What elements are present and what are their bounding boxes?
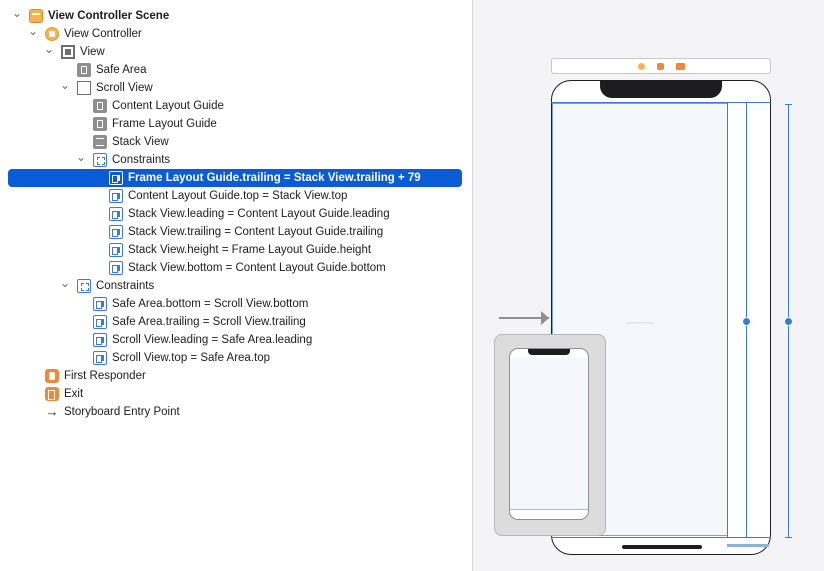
outline-row-label: Exit [64, 388, 84, 400]
device-preview-panel[interactable] [494, 334, 606, 536]
outline-row[interactable]: Stack View.trailing = Content Layout Gui… [8, 223, 462, 241]
chevron-down-icon[interactable]: ⌄ [43, 40, 55, 58]
constraint-icon [93, 351, 107, 365]
outline-row[interactable]: Stack View.leading = Content Layout Guid… [8, 205, 462, 223]
outline-row[interactable]: Exit [8, 385, 462, 403]
outline-row[interactable]: ⌄ Scroll View [8, 76, 462, 97]
outline-row[interactable]: Frame Layout Guide [8, 115, 462, 133]
outline-row-label: View Controller Scene [48, 10, 170, 22]
layout-guide-icon [93, 99, 107, 113]
device-preview-frame [509, 348, 589, 520]
outline-row-label: Constraints [112, 154, 171, 166]
outline-row[interactable]: → Storyboard Entry Point [8, 403, 462, 421]
outline-row[interactable]: ⌄ Constraints [8, 148, 462, 169]
outline-row-label: Frame Layout Guide.trailing = Stack View… [128, 172, 421, 184]
outline-row-label: Frame Layout Guide [112, 118, 217, 130]
outline-row-label: Storyboard Entry Point [64, 406, 180, 418]
outline-row[interactable]: Stack View.bottom = Content Layout Guide… [8, 259, 462, 277]
home-indicator [622, 545, 702, 549]
outline-row-label: View Controller [64, 28, 142, 40]
layout-guide-icon [93, 117, 107, 131]
layout-guide-icon [77, 63, 91, 77]
outline-row[interactable]: Safe Area.trailing = Scroll View.trailin… [8, 313, 462, 331]
constraint-handle-left[interactable] [742, 317, 751, 326]
scene-dock[interactable] [551, 58, 771, 74]
view-icon [61, 45, 75, 59]
view-controller-icon [45, 27, 59, 41]
outline-row-label: Safe Area.bottom = Scroll View.bottom [112, 298, 309, 310]
constraint-icon [109, 261, 123, 275]
outline-row[interactable]: ⌄ Constraints [8, 274, 462, 295]
stack-view-placeholder: ▁▁▁▁▁▁▁ [626, 318, 654, 324]
exit-dock-icon[interactable] [676, 63, 685, 70]
constraint-icon [109, 171, 123, 185]
outline-row-label: Stack View.trailing = Content Layout Gui… [128, 226, 384, 238]
constraint-cap-top [785, 104, 792, 105]
document-outline: ⌄ View Controller Scene ⌄ View Controller ⌄ V… [0, 0, 472, 571]
outline-row-label: Scroll View.top = Safe Area.top [112, 352, 271, 364]
outline-row-label: Scroll View [96, 82, 153, 94]
first-responder-icon [45, 369, 59, 383]
first-responder-dock-icon[interactable] [657, 63, 664, 70]
constraint-icon [93, 333, 107, 347]
constraints-group-icon [93, 153, 107, 167]
outline-row-label: Stack View [112, 136, 169, 148]
outline-row-label: Scroll View.leading = Safe Area.leading [112, 334, 313, 346]
outline-row[interactable]: Content Layout Guide.top = Stack View.to… [8, 187, 462, 205]
constraint-icon [109, 243, 123, 257]
constraints-group-icon [77, 279, 91, 293]
outline-row[interactable]: First Responder [8, 367, 462, 385]
constraint-icon [109, 207, 123, 221]
chevron-down-icon[interactable]: ⌄ [27, 22, 39, 40]
device-preview-content [510, 358, 588, 510]
stack-view-icon [93, 135, 107, 149]
outline-row-label: Content Layout Guide [112, 100, 224, 112]
outline-row-label: View [80, 46, 105, 58]
chevron-down-icon[interactable]: ⌄ [59, 274, 71, 292]
outline-row-label: Constraints [96, 280, 155, 292]
exit-icon [45, 387, 59, 401]
constraint-icon [109, 189, 123, 203]
constraint-icon [109, 225, 123, 239]
outline-row[interactable]: Scroll View.top = Safe Area.top [8, 349, 462, 367]
outline-row-label: First Responder [64, 370, 146, 382]
outline-row[interactable]: Scroll View.leading = Safe Area.leading [8, 331, 462, 349]
scroll-view-icon [77, 81, 91, 95]
constraint-icon [93, 315, 107, 329]
scene-icon [29, 9, 43, 23]
storyboard-entry-arrow-head [541, 311, 549, 325]
outline-row-label: Stack View.bottom = Content Layout Guide… [128, 262, 386, 274]
device-preview-notch [528, 349, 570, 355]
constraint-trailing-bracket[interactable] [727, 544, 769, 547]
outline-row[interactable]: Content Layout Guide [8, 97, 462, 115]
outline-row[interactable]: Safe Area [8, 61, 462, 79]
view-controller-dock-icon[interactable] [638, 63, 645, 70]
constraint-icon [93, 297, 107, 311]
outline-row[interactable]: Safe Area.bottom = Scroll View.bottom [8, 295, 462, 313]
outline-row-selected[interactable]: Frame Layout Guide.trailing = Stack View… [8, 169, 462, 187]
constraint-line-top[interactable] [551, 102, 771, 103]
device-notch [600, 81, 722, 98]
constraint-cap-bottom [785, 537, 792, 538]
outline-row-label: Content Layout Guide.top = Stack View.to… [128, 190, 348, 202]
constraint-handle-right[interactable] [784, 317, 793, 326]
outline-row[interactable]: ⌄ View Controller [8, 22, 462, 43]
outline-row-label: Stack View.height = Frame Layout Guide.h… [128, 244, 372, 256]
chevron-down-icon[interactable]: ⌄ [75, 148, 87, 166]
outline-row-label: Safe Area.trailing = Scroll View.trailin… [112, 316, 306, 328]
chevron-down-icon[interactable]: ⌄ [59, 76, 71, 94]
outline-row[interactable]: ⌄ View [8, 40, 462, 61]
constraint-line-bottom[interactable] [551, 537, 771, 538]
outline-row[interactable]: Stack View.height = Frame Layout Guide.h… [8, 241, 462, 259]
outline-row-label: Stack View.leading = Content Layout Guid… [128, 208, 390, 220]
constraint-line-inner[interactable] [727, 102, 728, 538]
storyboard-canvas[interactable]: ▁▁▁▁▁▁▁ [472, 0, 824, 571]
chevron-down-icon[interactable]: ⌄ [11, 4, 23, 22]
entry-arrow-icon: → [45, 404, 59, 419]
outline-row[interactable]: ⌄ View Controller Scene [8, 4, 462, 25]
outline-row-label: Safe Area [96, 64, 147, 76]
